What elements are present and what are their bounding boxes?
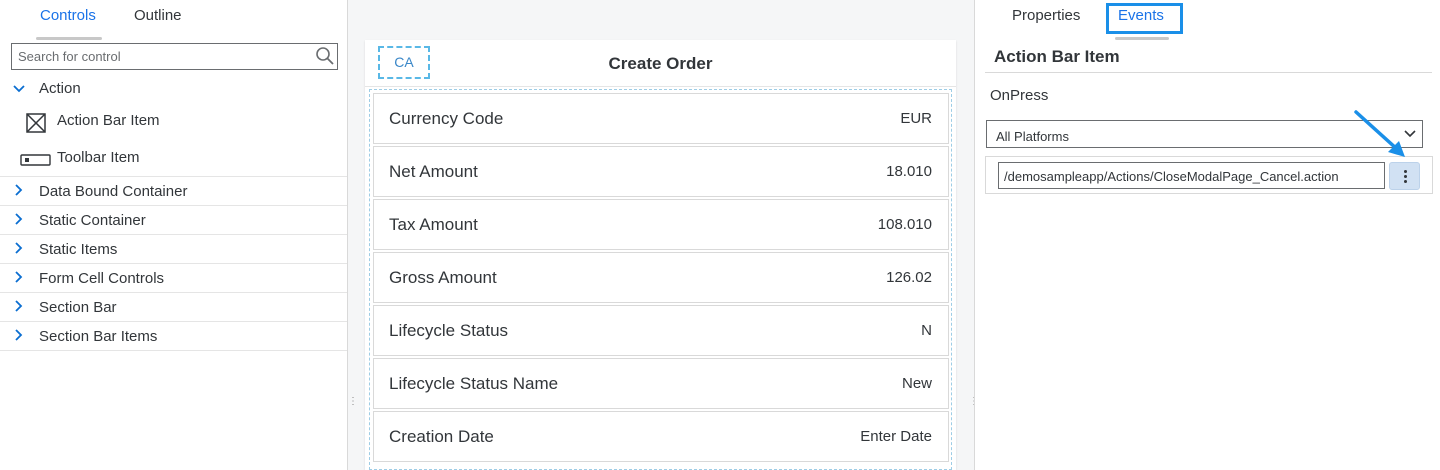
controls-panel: Controls Outline Action [0,0,348,470]
chevron-right-icon[interactable] [12,299,26,313]
search-icon[interactable] [315,46,335,66]
search-box [11,43,338,70]
form-cell-creation-date[interactable]: Creation Date Enter Date [373,411,949,462]
control-tree: Action Action Bar Item Toolbar Item Data… [0,74,347,351]
form-cell-label: Lifecycle Status Name [389,374,559,393]
tree-group-label: Data Bound Container [39,183,188,200]
form-cell-value: Enter Date [860,428,932,445]
action-path-input[interactable]: /demosampleapp/Actions/CloseModalPage_Ca… [998,162,1385,189]
active-tab-indicator [36,37,102,40]
active-tab-indicator [1115,37,1169,40]
search-input[interactable] [12,44,302,69]
form-cell-label: Lifecycle Status [389,321,509,340]
design-canvas: ⋮ ⋮ CA Create Order Currency Code EUR Ne… [348,0,979,470]
left-tab-bar: Controls Outline [0,0,347,40]
tree-group-static-items[interactable]: Static Items [0,235,347,264]
page-preview: CA Create Order Currency Code EUR Net Am… [365,40,956,470]
tree-group-label: Section Bar [39,299,117,316]
right-resize-handle[interactable]: ⋮ [969,396,979,408]
more-dot-icon [1404,180,1407,183]
more-dot-icon [1404,170,1407,173]
chevron-right-icon[interactable] [12,241,26,255]
form-cell-container[interactable]: Currency Code EUR Net Amount 18.010 Tax … [369,89,952,470]
event-label-onpress: OnPress [990,87,1049,104]
chevron-right-icon[interactable] [12,183,26,197]
form-cell-label: Tax Amount [389,215,478,234]
tab-events[interactable]: Events [1118,7,1164,24]
tree-group-label: Action [39,80,81,97]
form-cell-value: 108.010 [877,216,932,233]
app-window: Controls Outline Action [0,0,1440,470]
form-cell-lifecycle-status-name[interactable]: Lifecycle Status Name New [373,358,949,409]
control-item-toolbar-item[interactable]: Toolbar Item [0,140,347,177]
form-cell-tax-amount[interactable]: Tax Amount 108.010 [373,199,949,250]
tree-group-form-cell-controls[interactable]: Form Cell Controls [0,264,347,293]
form-cell-value: 126.02 [886,269,932,286]
toolbar-item-icon [20,154,51,166]
tree-group-label: Section Bar Items [39,328,158,345]
tree-group-action[interactable]: Action [0,74,347,103]
form-cell-gross-amount[interactable]: Gross Amount 126.02 [373,252,949,303]
left-resize-handle[interactable]: ⋮ [348,396,358,408]
form-cell-value: EUR [900,110,932,127]
action-bar: CA Create Order [365,40,956,87]
form-cell-net-amount[interactable]: Net Amount 18.010 [373,146,949,197]
inspector-title: Action Bar Item [994,47,1120,66]
tab-properties[interactable]: Properties [1012,7,1080,24]
tree-group-section-bar-items[interactable]: Section Bar Items [0,322,347,351]
chevron-right-icon[interactable] [12,270,26,284]
tree-group-label: Static Items [39,241,118,258]
tab-controls[interactable]: Controls [38,7,98,24]
form-cell-value: 18.010 [886,163,932,180]
platform-select-value: All Platforms [996,129,1069,144]
tree-group-static-container[interactable]: Static Container [0,206,347,235]
form-cell-lifecycle-status[interactable]: Lifecycle Status N [373,305,949,356]
control-item-label: Toolbar Item [57,149,140,166]
chevron-right-icon[interactable] [12,212,26,226]
divider [985,72,1432,73]
tree-group-section-bar[interactable]: Section Bar [0,293,347,322]
form-cell-label: Net Amount [389,162,478,181]
more-dot-icon [1404,175,1407,178]
form-cell-label: Gross Amount [389,268,497,287]
control-item-action-bar-item[interactable]: Action Bar Item [0,103,347,140]
tree-group-label: Static Container [39,212,146,229]
action-bar-item-icon [26,113,46,133]
form-cell-value: New [901,375,932,392]
form-cell-label: Currency Code [389,109,504,128]
annotation-arrow-icon [1354,110,1405,157]
chevron-right-icon[interactable] [12,328,26,342]
tree-group-label: Form Cell Controls [39,270,165,287]
page-title: Create Order [608,54,713,73]
control-item-label: Action Bar Item [57,112,160,129]
form-cell-value: N [921,322,932,339]
tab-outline[interactable]: Outline [132,7,184,24]
inspector-panel: Properties Events Action Bar Item OnPres… [974,0,1440,470]
form-cell-currency-code[interactable]: Currency Code EUR [373,93,949,144]
more-options-button[interactable] [1389,162,1420,190]
tree-group-data-bound-container[interactable]: Data Bound Container [0,177,347,206]
chevron-down-icon[interactable] [12,82,26,96]
form-cell-label: Creation Date [389,427,494,446]
